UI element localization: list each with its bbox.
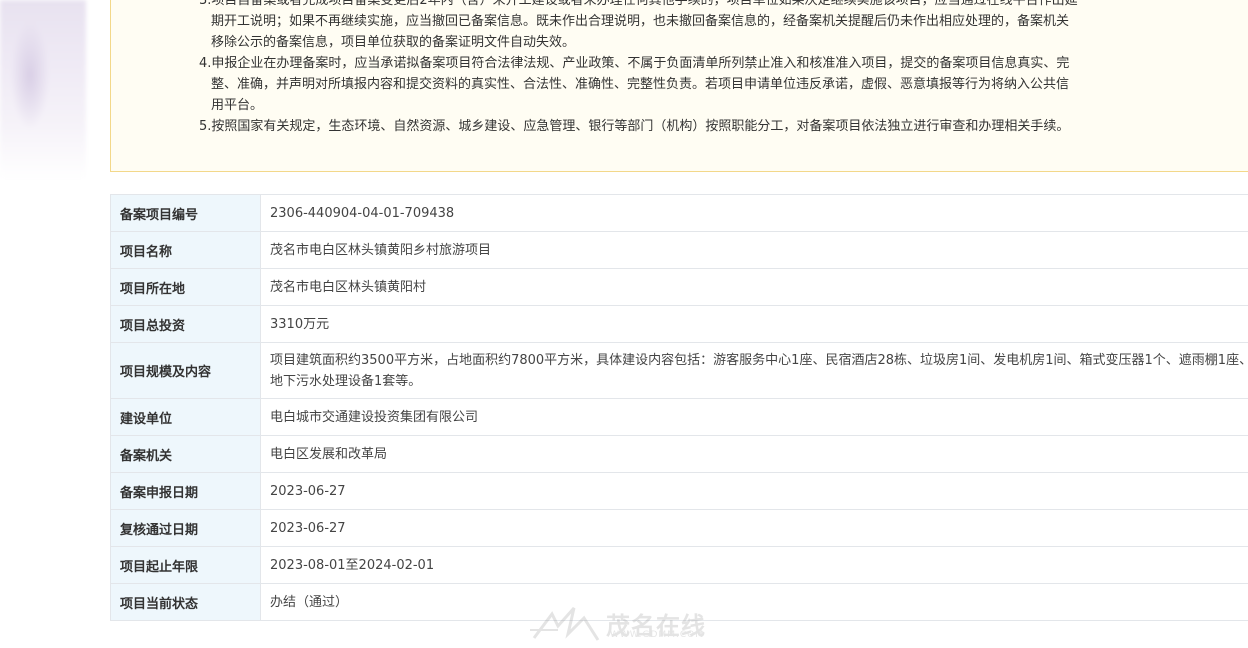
table-row: 项目名称 茂名市电白区林头镇黄阳乡村旅游项目 bbox=[110, 231, 1248, 269]
row-value: 办结（通过） bbox=[260, 583, 1248, 621]
row-value: 2023-06-27 bbox=[260, 472, 1248, 510]
row-label: 项目当前状态 bbox=[110, 583, 261, 621]
notice-item-3: 3.项目自备案或者完成项目备案变更后2年内（含）未开工建设或者未办理任何其他手续… bbox=[199, 0, 1078, 50]
row-value: 3310万元 bbox=[260, 305, 1248, 343]
table-row: 备案机关 电白区发展和改革局 bbox=[110, 435, 1248, 473]
row-label: 复核通过日期 bbox=[110, 509, 261, 547]
table-row: 建设单位 电白城市交通建设投资集团有限公司 bbox=[110, 398, 1248, 436]
row-value: 项目建筑面积约3500平方米，占地面积约7800平方米，具体建设内容包括：游客服… bbox=[260, 342, 1248, 399]
watermark-mark-icon bbox=[530, 607, 600, 641]
notice-box: 3.项目自备案或者完成项目备案变更后2年内（含）未开工建设或者未办理任何其他手续… bbox=[110, 0, 1248, 172]
notice-item-4: 4.申报企业在办理备案时，应当承诺拟备案项目符合法律法规、产业政策、不属于负面清… bbox=[199, 56, 1070, 113]
table-row: 复核通过日期 2023-06-27 bbox=[110, 509, 1248, 547]
watermark-url: WWW.GDMM.COM bbox=[610, 630, 704, 640]
watermark-logo: 茂名在线 WWW.GDMM.COM bbox=[528, 604, 728, 644]
row-value: 2023-06-27 bbox=[260, 509, 1248, 547]
row-label: 建设单位 bbox=[110, 398, 261, 436]
row-value: 茂名市电白区林头镇黄阳乡村旅游项目 bbox=[260, 231, 1248, 269]
table-row: 项目起止年限 2023-08-01至2024-02-01 bbox=[110, 546, 1248, 584]
row-label: 项目总投资 bbox=[110, 305, 261, 343]
row-label: 项目名称 bbox=[110, 231, 261, 269]
table-row: 备案项目编号 2306-440904-04-01-709438 bbox=[110, 194, 1248, 232]
record-table: 备案项目编号 2306-440904-04-01-709438 项目名称 茂名市… bbox=[110, 194, 1248, 621]
row-label: 项目规模及内容 bbox=[110, 342, 261, 399]
table-row: 备案申报日期 2023-06-27 bbox=[110, 472, 1248, 510]
row-label: 备案项目编号 bbox=[110, 194, 261, 232]
table-row: 项目规模及内容 项目建筑面积约3500平方米，占地面积约7800平方米，具体建设… bbox=[110, 342, 1248, 399]
row-label: 项目起止年限 bbox=[110, 546, 261, 584]
row-value: 2023-08-01至2024-02-01 bbox=[260, 546, 1248, 584]
row-value: 电白区发展和改革局 bbox=[260, 435, 1248, 473]
sidebar-blurred-image bbox=[0, 0, 86, 180]
row-value: 电白城市交通建设投资集团有限公司 bbox=[260, 398, 1248, 436]
table-row: 项目所在地 茂名市电白区林头镇黄阳村 bbox=[110, 268, 1248, 306]
table-row: 项目总投资 3310万元 bbox=[110, 305, 1248, 343]
notice-item-5: 5.按照国家有关规定，生态环境、自然资源、城乡建设、应急管理、银行等部门（机构）… bbox=[199, 119, 1070, 134]
row-value: 2306-440904-04-01-709438 bbox=[260, 194, 1248, 232]
row-label: 备案申报日期 bbox=[110, 472, 261, 510]
row-label: 备案机关 bbox=[110, 435, 261, 473]
row-value: 茂名市电白区林头镇黄阳村 bbox=[260, 268, 1248, 306]
row-label: 项目所在地 bbox=[110, 268, 261, 306]
